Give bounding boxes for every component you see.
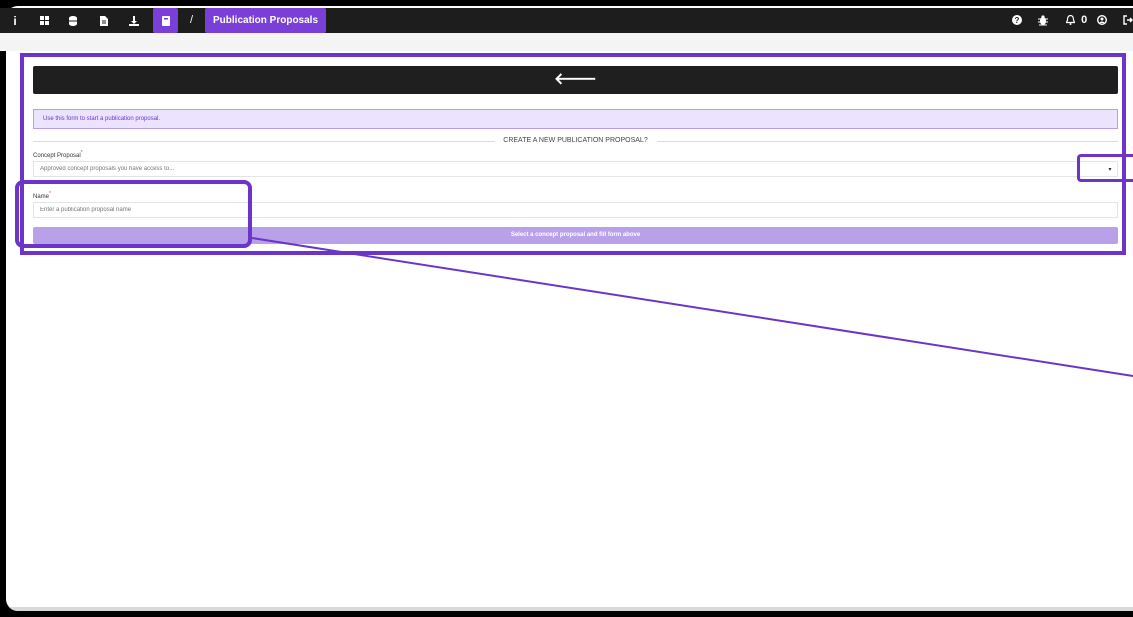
name-field-highlight	[15, 180, 252, 248]
info-icon[interactable]: i	[4, 8, 26, 33]
required-mark: *	[80, 150, 83, 156]
form-heading: CREATE A NEW PUBLICATION PROPOSAL?	[33, 135, 1118, 147]
bug-icon[interactable]	[1038, 8, 1048, 33]
database-icon[interactable]	[62, 8, 84, 33]
user-icon[interactable]	[1096, 8, 1108, 33]
dropdown-highlight	[1077, 154, 1133, 182]
top-navigation-bar: i / Publication Proposals ? 0	[0, 8, 1133, 33]
arrow-left-icon: 🡐	[554, 71, 597, 88]
bell-icon	[1065, 14, 1076, 26]
subheader-band	[0, 33, 1133, 51]
concept-proposal-label: Concept Proposal*	[33, 150, 83, 159]
notifications-button[interactable]: 0	[1065, 8, 1088, 33]
notification-count: 0	[1081, 14, 1088, 26]
svg-text:?: ?	[1015, 16, 1020, 25]
info-notice: Use this form to start a publication pro…	[33, 109, 1118, 129]
concept-proposal-select[interactable]	[33, 161, 1118, 177]
grid-icon[interactable]	[33, 8, 55, 33]
logout-icon[interactable]	[1123, 8, 1133, 33]
concept-proposal-label-text: Concept Proposal	[33, 153, 81, 159]
breadcrumb-current-page[interactable]: Publication Proposals	[205, 8, 327, 33]
help-icon[interactable]: ?	[1012, 8, 1022, 33]
back-button[interactable]: 🡐	[33, 66, 1118, 94]
download-icon[interactable]	[123, 8, 145, 33]
window-bottom-edge	[6, 607, 1133, 611]
book-icon[interactable]	[153, 8, 178, 33]
form-heading-text: CREATE A NEW PUBLICATION PROPOSAL?	[503, 137, 648, 144]
document-icon[interactable]	[93, 8, 115, 33]
breadcrumb-separator: /	[190, 14, 194, 26]
